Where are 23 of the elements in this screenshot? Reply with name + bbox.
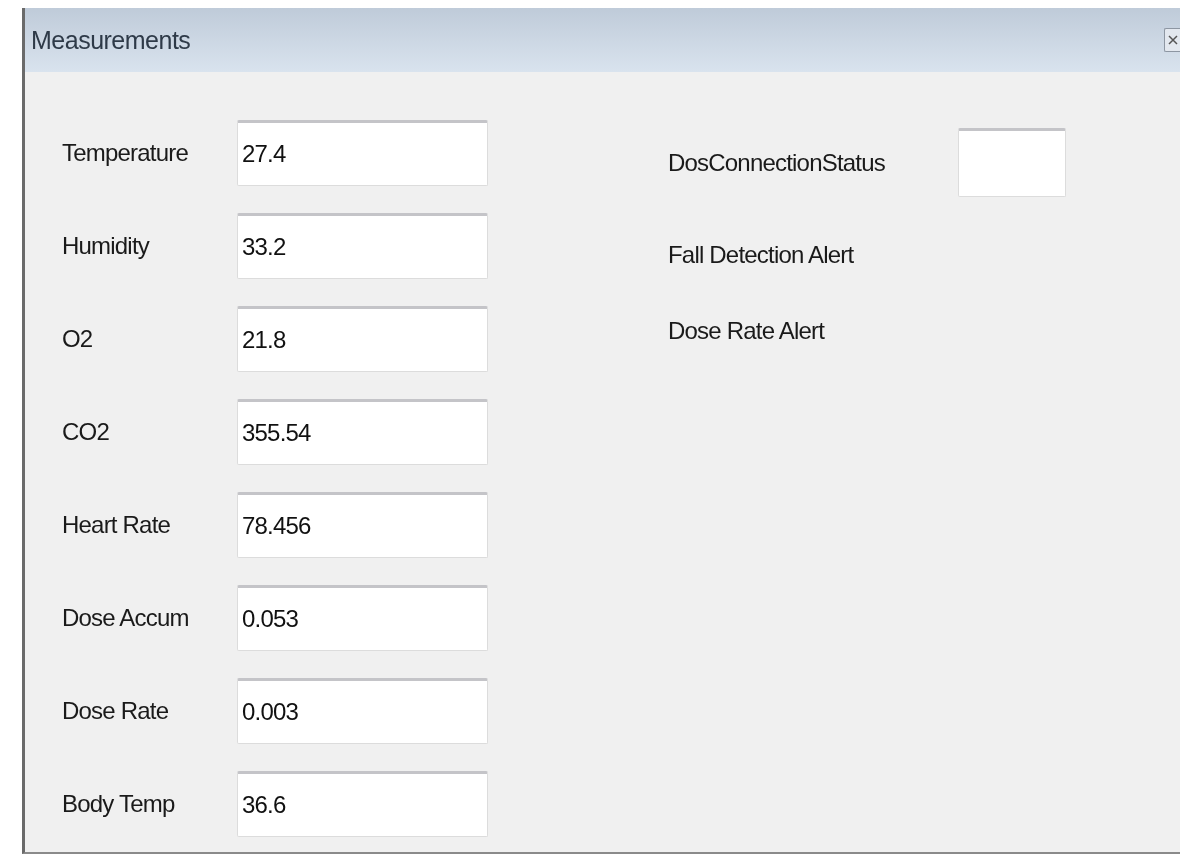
field-label: Dose Accum (62, 604, 190, 632)
status-label: Dose Rate Alert (668, 317, 826, 345)
field-label: O2 (62, 325, 94, 353)
field-label: Heart Rate (62, 511, 172, 539)
close-button[interactable] (1164, 28, 1180, 52)
input-field[interactable]: 78.456 (237, 492, 488, 558)
input-field[interactable] (958, 128, 1066, 197)
input-field[interactable]: 0.003 (237, 678, 488, 744)
input-field[interactable]: 33.2 (237, 213, 488, 279)
status-label: DosConnectionStatus (668, 148, 886, 177)
input-field[interactable]: 36.6 (237, 771, 488, 837)
status-label: Fall Detection Alert (668, 241, 855, 269)
input-field[interactable]: 21.8 (237, 306, 488, 372)
field-label: Humidity (62, 232, 151, 260)
input-field[interactable]: 0.053 (237, 585, 488, 651)
input-field[interactable]: 27.4 (237, 120, 488, 186)
field-label: Dose Rate (62, 697, 170, 725)
window-title: Measurements (31, 25, 191, 55)
field-label: Temperature (62, 139, 189, 167)
close-icon (1167, 35, 1178, 45)
field-label: Body Temp (62, 790, 176, 818)
input-field[interactable]: 355.54 (237, 399, 488, 465)
field-label: CO2 (62, 418, 110, 446)
